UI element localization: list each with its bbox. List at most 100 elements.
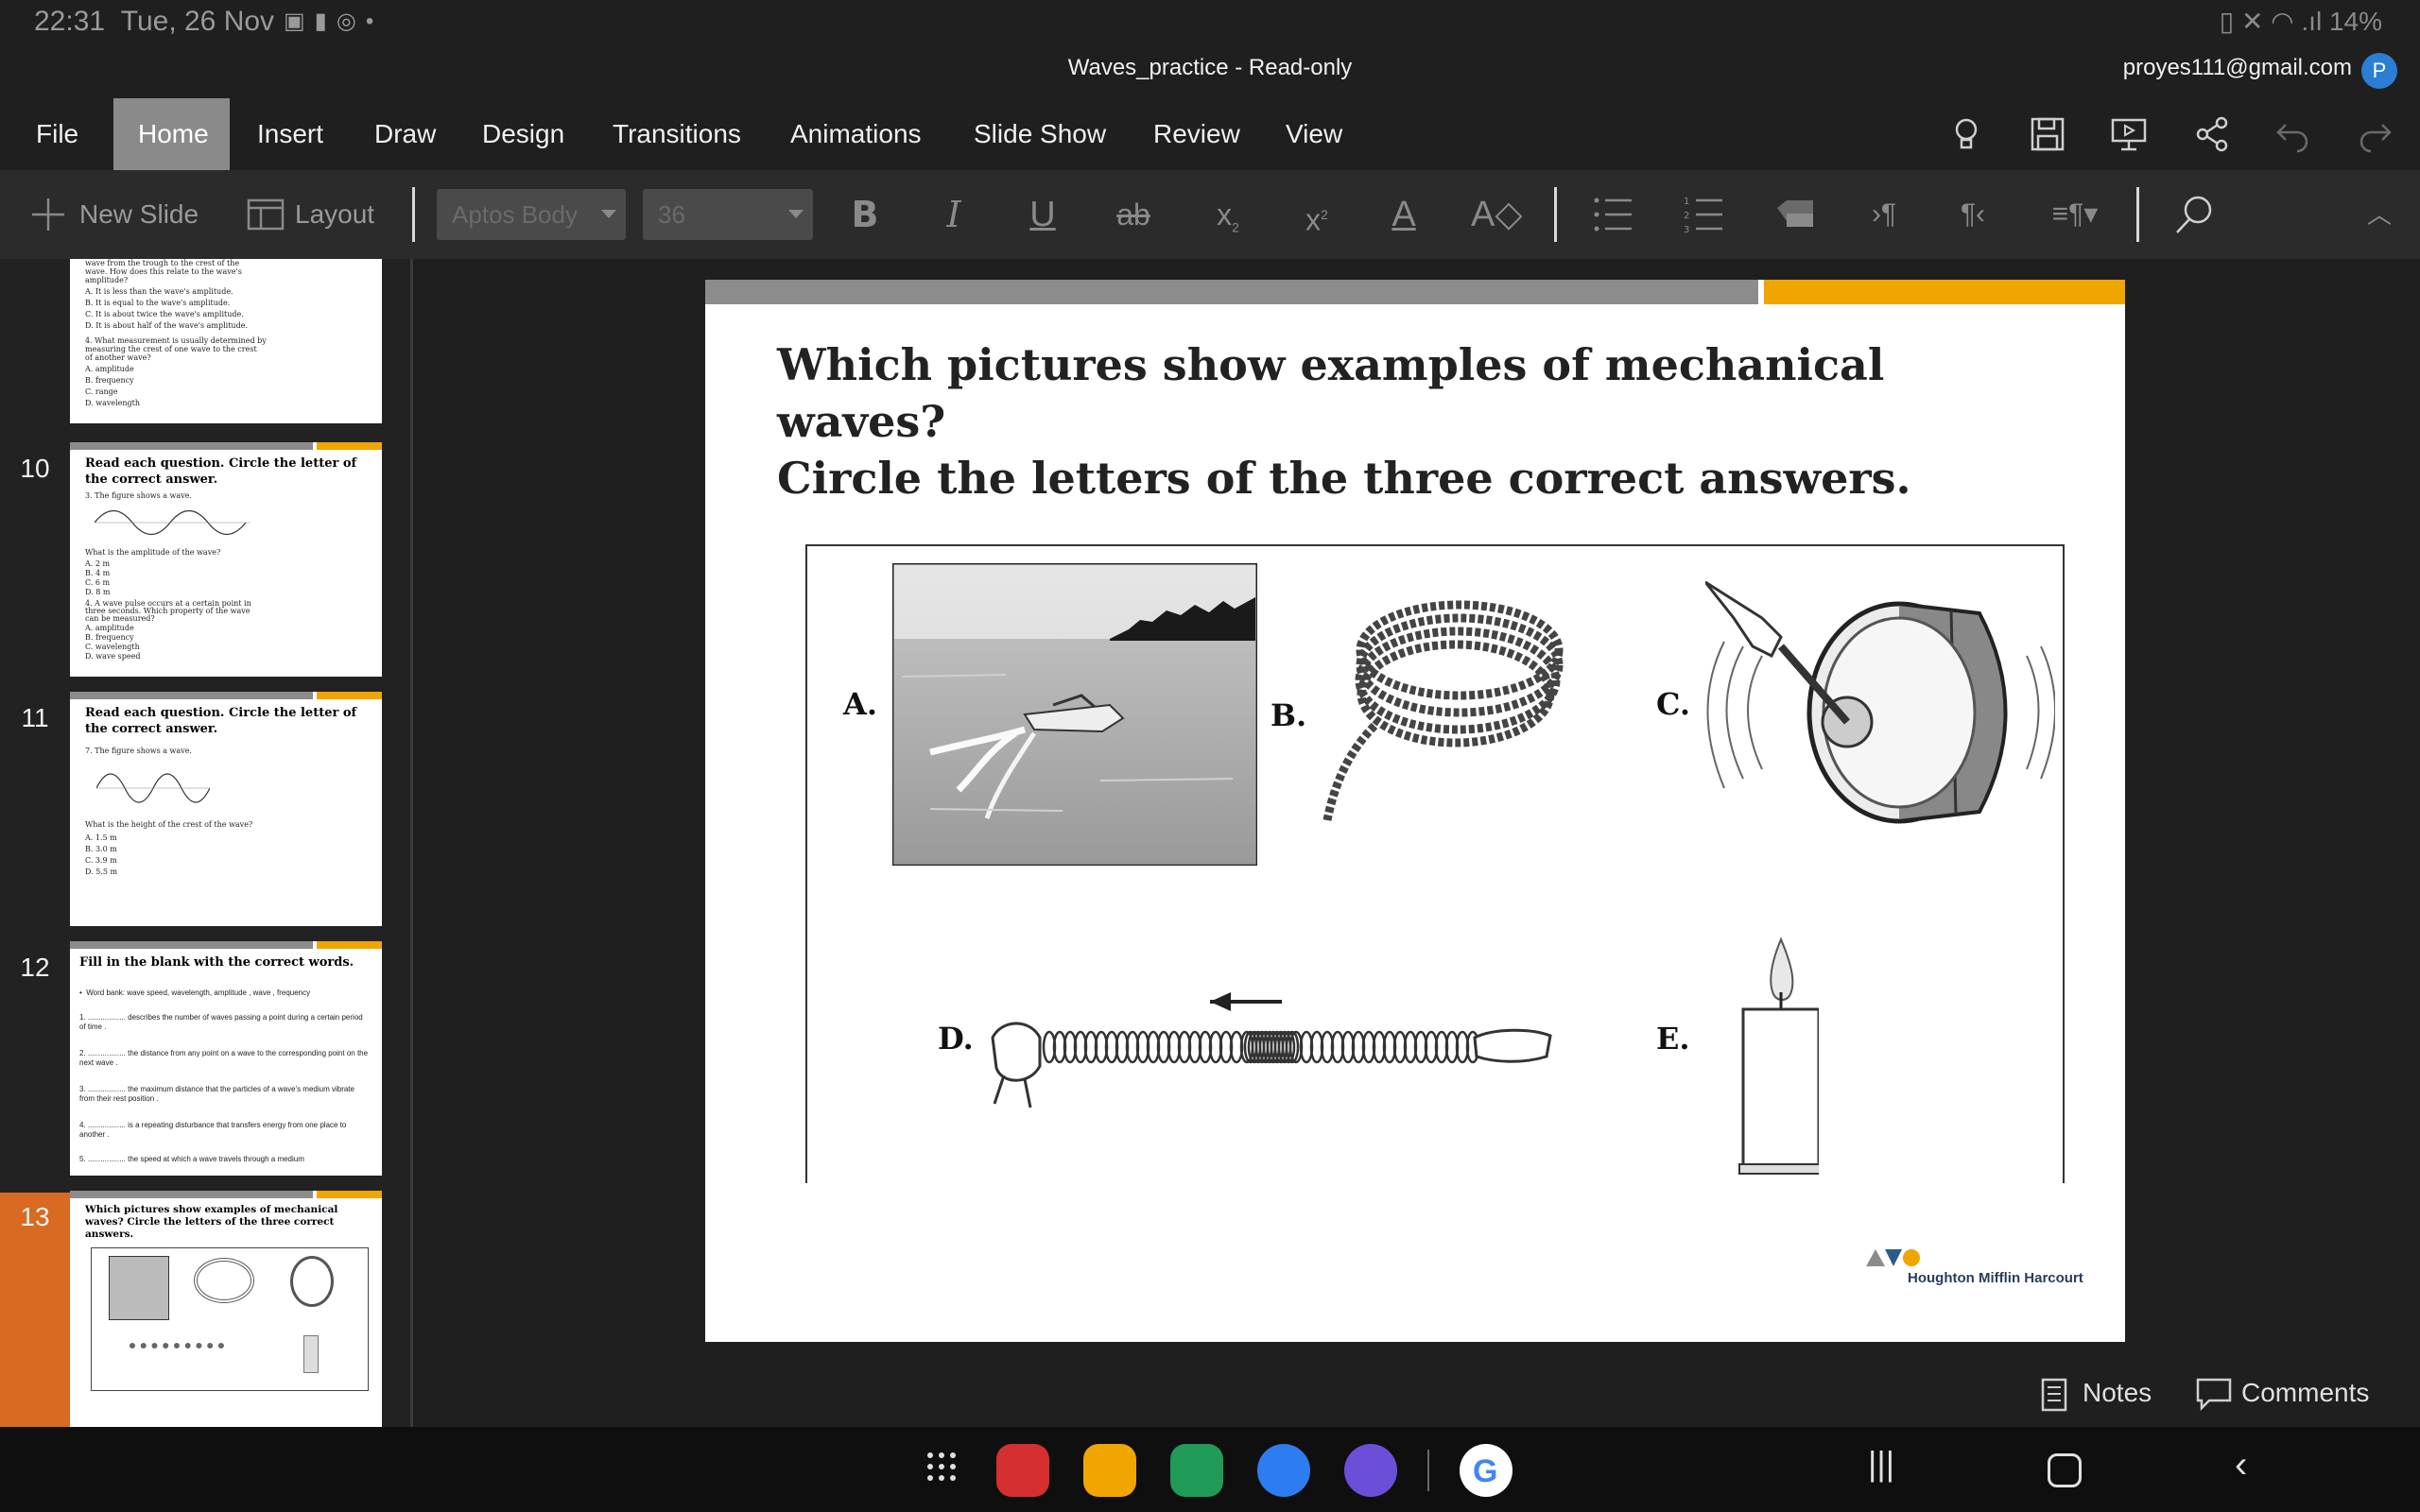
share-icon[interactable] <box>2191 113 2233 155</box>
clear-formatting-icon[interactable]: A◇ <box>1471 193 1523 236</box>
battery-level: 14% <box>2328 7 2382 36</box>
menu-animations[interactable]: Animations <box>766 98 946 170</box>
option-a-label: A. <box>843 686 877 722</box>
menu-view[interactable]: View <box>1261 98 1367 170</box>
wave-diagram <box>96 773 210 803</box>
slide-canvas[interactable]: Which pictures show examples of mechanic… <box>705 280 2125 1342</box>
browser-app-icon[interactable] <box>1344 1444 1397 1497</box>
system-nav-bar: G ||| ‹ <box>0 1427 2420 1512</box>
boat-image <box>890 561 1259 868</box>
present-icon[interactable] <box>2108 113 2150 155</box>
back-icon[interactable]: ‹ <box>2235 1444 2247 1486</box>
svg-text:3: 3 <box>1684 225 1689 235</box>
slide-thumbnail-13[interactable]: Which pictures show examples of mechanic… <box>70 1191 382 1427</box>
menu-slide-show[interactable]: Slide Show <box>949 98 1131 170</box>
collapse-ribbon-icon[interactable]: ︿ <box>2358 193 2401 236</box>
bold-icon[interactable]: B <box>843 193 887 236</box>
superscript-icon[interactable]: x2 <box>1295 193 1339 237</box>
font-name-dropdown[interactable]: Aptos Body <box>437 189 626 240</box>
thumbnail-title: Which pictures show examples of mechanic… <box>85 1204 338 1240</box>
menu-insert[interactable]: Insert <box>233 98 348 170</box>
thumbnail-title: Fill in the blank with the correct words… <box>79 955 354 970</box>
underline-icon[interactable]: U <box>1021 193 1064 236</box>
slide-accent-bar <box>1764 280 2125 304</box>
slide-thumbnail[interactable]: wave from the trough to the crest of the… <box>70 259 382 423</box>
notes-app-icon[interactable] <box>996 1444 1049 1497</box>
menu-draw[interactable]: Draw <box>350 98 460 170</box>
app-drawer-icon[interactable] <box>925 1450 959 1488</box>
rtl-paragraph-icon[interactable]: ¶‹ <box>1951 193 1995 236</box>
slide-title[interactable]: Which pictures show examples of mechanic… <box>777 336 2063 507</box>
slide-number: 12 <box>20 953 50 982</box>
wave-diagram <box>95 509 251 536</box>
menu-design[interactable]: Design <box>458 98 589 170</box>
slide-title-line2: Circle the letters of the three correct … <box>777 453 1911 504</box>
menu-transitions[interactable]: Transitions <box>588 98 766 170</box>
phone-app-icon[interactable] <box>1170 1444 1223 1497</box>
layout-icon[interactable] <box>244 193 287 236</box>
redo-icon[interactable] <box>2354 113 2395 155</box>
slide-thumbnail-panel[interactable]: wave from the trough to the crest of the… <box>0 259 413 1427</box>
rope-image <box>1318 584 1573 830</box>
bottom-bar: Notes Comments <box>413 1361 2420 1427</box>
menu-review[interactable]: Review <box>1129 98 1265 170</box>
slide-thumbnail-10[interactable]: Read each question. Circle the letter of… <box>70 442 382 677</box>
avatar[interactable]: P <box>2361 53 2397 89</box>
slide-title-line1: Which pictures show examples of mechanic… <box>777 339 1885 447</box>
option-b-label: B. <box>1270 697 1307 733</box>
thumbnail-title: Read each question. Circle the letter of… <box>85 456 357 487</box>
slide-number: 13 <box>20 1202 50 1231</box>
font-color-icon[interactable]: A <box>1382 193 1426 236</box>
slide-thumbnail-11[interactable]: Read each question. Circle the letter of… <box>70 692 382 926</box>
notification-icons: ▣▮◎• <box>284 9 384 34</box>
chevron-down-icon <box>601 210 616 218</box>
notes-icon[interactable] <box>2041 1378 2067 1417</box>
candle-image <box>1705 934 1824 1189</box>
slide-thumbnail-12[interactable]: Fill in the blank with the correct words… <box>70 941 382 1176</box>
menu-home[interactable]: Home <box>113 98 230 170</box>
strikethrough-icon[interactable]: ab <box>1112 193 1155 236</box>
notes-button[interactable]: Notes <box>2083 1378 2152 1408</box>
separator <box>1554 187 1557 242</box>
font-size-value: 36 <box>658 200 685 229</box>
ltr-paragraph-icon[interactable]: ›¶ <box>1862 193 1906 236</box>
slide-number: 10 <box>20 454 50 483</box>
svg-text:G: G <box>1473 1453 1497 1489</box>
menu-bar: File Home Insert Draw Design Transitions… <box>0 98 2420 170</box>
search-icon[interactable] <box>2172 193 2216 236</box>
status-right: ▯ ✕ ◠ .ıl 14% <box>2219 7 2382 36</box>
font-size-dropdown[interactable]: 36 <box>643 189 813 240</box>
paragraph-options-icon[interactable]: ≡¶▾ <box>2042 193 2108 236</box>
status-time: 22:31 Tue, 26 Nov <box>34 6 275 37</box>
messages-app-icon[interactable] <box>1257 1444 1310 1497</box>
italic-icon[interactable]: I <box>932 193 976 236</box>
indent-icon[interactable] <box>1773 193 1817 236</box>
separator <box>412 187 415 242</box>
figure-frame[interactable]: A. B. C. D. E. <box>805 544 2065 1183</box>
plus-icon[interactable] <box>26 193 70 236</box>
svg-text:1: 1 <box>1684 197 1689 207</box>
account-email[interactable]: proyes111@gmail.com <box>2123 55 2352 81</box>
lightbulb-icon[interactable] <box>1945 113 1987 155</box>
numbered-list-icon[interactable]: 1 2 3 <box>1683 193 1726 236</box>
google-app-icon[interactable]: G <box>1460 1444 1512 1497</box>
menu-file[interactable]: File <box>11 98 103 170</box>
new-slide-button[interactable]: New Slide <box>79 170 199 259</box>
option-c-label: C. <box>1656 686 1691 722</box>
home-icon[interactable] <box>2048 1453 2082 1487</box>
save-icon[interactable] <box>2027 113 2068 155</box>
option-e-label: E. <box>1656 1021 1690 1057</box>
files-app-icon[interactable] <box>1083 1444 1136 1497</box>
separator <box>2136 187 2139 242</box>
font-name-value: Aptos Body <box>452 200 578 229</box>
slide-number: 11 <box>21 703 49 732</box>
layout-button[interactable]: Layout <box>295 170 374 259</box>
comments-button[interactable]: Comments <box>2241 1378 2369 1408</box>
comments-icon[interactable] <box>2196 1378 2232 1417</box>
subscript-icon[interactable]: x2 <box>1206 193 1250 236</box>
bullet-list-icon[interactable] <box>1592 193 1635 236</box>
slide-header-bar <box>705 280 1758 304</box>
recent-apps-icon[interactable]: ||| <box>1868 1444 1894 1484</box>
thumbnail-title: Read each question. Circle the letter of… <box>85 706 357 736</box>
undo-icon[interactable] <box>2273 113 2314 155</box>
